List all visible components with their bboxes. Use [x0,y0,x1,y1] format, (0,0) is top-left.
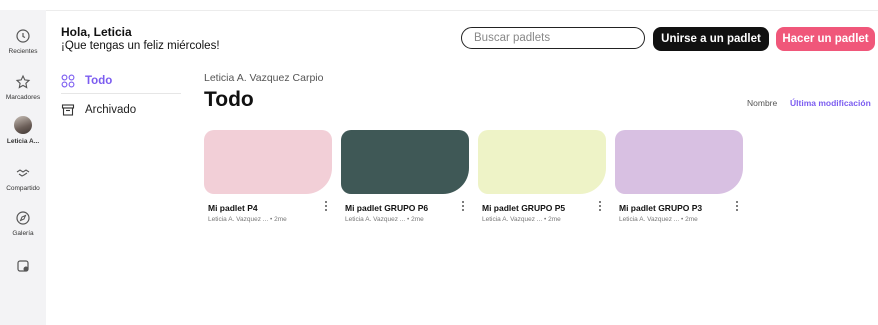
more-options-icon[interactable] [597,201,603,215]
compass-icon [16,211,30,225]
padlet-meta: Leticia A. Vazquez ... • 2me [208,216,287,223]
avatar [14,116,32,134]
padlet-thumbnail[interactable] [615,130,743,194]
join-padlet-button[interactable]: Unirse a un padlet [653,27,769,51]
add-folder-icon [17,260,29,272]
padlet-title: Mi padlet GRUPO P5 [482,203,566,213]
padlet-age: • 2me [407,216,424,223]
rail-item-recientes[interactable]: Recientes [0,28,46,55]
grid-icon [61,74,75,88]
handshake-icon [16,169,30,177]
sort-by-name[interactable]: Nombre [747,98,777,108]
rail-item-profile[interactable]: Leticia A... [0,116,46,145]
nav-label: Todo [85,75,113,87]
padlet-author: Leticia A. Vazquez ... [482,216,543,223]
archive-icon [61,104,75,116]
padlet-age: • 2me [681,216,698,223]
padlet-author: Leticia A. Vazquez ... [619,216,680,223]
sort-by-modified[interactable]: Última modificación [790,98,871,108]
greeting-title: Hola, Leticia [61,25,132,39]
padlet-meta: Leticia A. Vazquez ... • 2me [345,216,424,223]
search-input[interactable] [461,27,645,49]
padlet-author: Leticia A. Vazquez ... [208,216,269,223]
padlet-title: Mi padlet GRUPO P3 [619,203,703,213]
rail-label: Leticia A... [6,138,40,145]
page-title: Todo [204,88,254,111]
owner-name: Leticia A. Vazquez Carpio [204,72,324,84]
padlet-age: • 2me [544,216,561,223]
padlet-card[interactable]: Mi padlet GRUPO P5 Leticia A. Vazquez ..… [478,130,606,223]
padlet-meta: Leticia A. Vazquez ... • 2me [619,216,698,223]
nav-divider [61,93,181,94]
left-rail: Recientes Marcadores Leticia A... Compar… [0,10,46,325]
nav-item-todo[interactable]: Todo [61,72,112,90]
greeting-subtitle: ¡Que tengas un feliz miércoles! [61,40,220,52]
padlet-age: • 2me [270,216,287,223]
clock-icon [16,29,30,43]
rail-label: Compartido [6,185,40,192]
make-padlet-button[interactable]: Hacer un padlet [776,27,875,51]
padlet-title: Mi padlet GRUPO P6 [345,203,429,213]
padlet-thumbnail[interactable] [341,130,469,194]
rail-item-galeria[interactable]: Galería [0,210,46,237]
rail-item-compartido[interactable]: Compartido [0,165,46,192]
nav-item-archivado[interactable]: Archivado [61,101,136,119]
padlet-card[interactable]: Mi padlet GRUPO P3 Leticia A. Vazquez ..… [615,130,743,223]
padlet-title: Mi padlet P4 [208,203,258,213]
star-icon [15,74,31,89]
padlet-thumbnail[interactable] [478,130,606,194]
padlet-card[interactable]: Mi padlet GRUPO P6 Leticia A. Vazquez ..… [341,130,469,223]
header-divider [46,10,878,11]
rail-item-marcadores[interactable]: Marcadores [0,74,46,101]
rail-label: Marcadores [5,94,41,101]
more-options-icon[interactable] [460,201,466,215]
more-options-icon[interactable] [734,201,740,215]
padlet-meta: Leticia A. Vazquez ... • 2me [482,216,561,223]
rail-item-new[interactable] [0,258,46,274]
padlet-card[interactable]: Mi padlet P4 Leticia A. Vazquez ... • 2m… [204,130,332,223]
more-options-icon[interactable] [323,201,329,215]
padlet-author: Leticia A. Vazquez ... [345,216,406,223]
rail-label: Recientes [8,48,38,55]
padlet-thumbnail[interactable] [204,130,332,194]
rail-label: Galería [12,230,34,237]
nav-label: Archivado [85,104,137,116]
